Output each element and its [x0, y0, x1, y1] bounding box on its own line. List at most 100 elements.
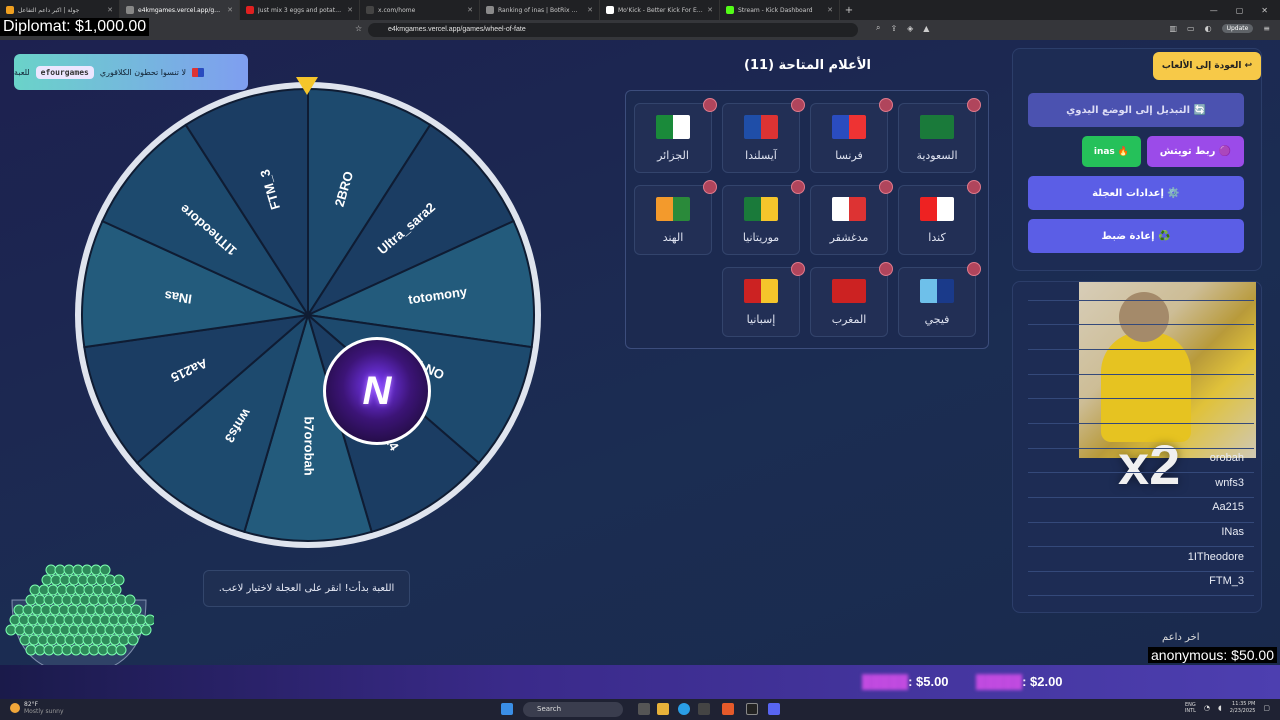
browser-tab[interactable]: Mo'Kick - Better Kick For Everyone - ✕ [600, 0, 720, 20]
wheel-settings-button[interactable]: ⚙️ إعدادات العجلة [1028, 176, 1244, 210]
logo-letter: N [362, 368, 392, 413]
weather-widget[interactable]: 82°F Mostly sunny [10, 701, 64, 715]
menu-icon[interactable]: ≡ [1263, 24, 1270, 33]
new-tab-icon[interactable]: + [840, 5, 858, 16]
flag-card[interactable]: السعودية [898, 98, 981, 173]
twitch-user-badge[interactable]: 🔥 inas [1082, 136, 1141, 167]
discord-icon[interactable] [768, 703, 780, 715]
rewards-icon[interactable]: ▲ [923, 24, 929, 33]
remove-flag-icon[interactable] [703, 180, 717, 194]
list-divider [1028, 546, 1254, 547]
madagascar-flag-icon [832, 196, 866, 221]
browser-tab[interactable]: Ranking of inas | BotRix — Cloud Str ✕ [480, 0, 600, 20]
flag-card[interactable]: كندا [898, 180, 981, 255]
remove-flag-icon[interactable] [879, 262, 893, 276]
browser-tab[interactable]: جولة | اكبر داعم التفاعل ✕ [0, 0, 120, 20]
flag-card[interactable]: الهند [634, 180, 717, 255]
manual-mode-button[interactable]: 🔄 التبديل إلى الوضع اليدوي [1028, 93, 1244, 127]
remove-flag-icon[interactable] [967, 180, 981, 194]
wheel[interactable]: 2BROUltra_sara2totomony5LNOomtoto14b7oro… [70, 77, 546, 553]
remove-flag-icon[interactable] [967, 98, 981, 112]
wheel-center-logo[interactable]: N [323, 337, 431, 445]
maximize-icon[interactable]: ▢ [1236, 6, 1244, 15]
wheel-segment-label: b7orobah [302, 416, 317, 475]
tab-close-icon[interactable]: ✕ [707, 6, 713, 14]
flag-name: موريتانيا [742, 230, 780, 244]
flag-card[interactable]: فرنسا [810, 98, 893, 173]
minimize-icon[interactable]: — [1210, 6, 1218, 15]
player-list-item: Aa215 [1212, 501, 1244, 513]
remove-flag-icon[interactable] [791, 98, 805, 112]
start-icon[interactable] [501, 703, 513, 715]
twitch-link-button[interactable]: 🟣 ربط تويتش [1147, 136, 1244, 167]
bookmark-icon[interactable]: ☆ [355, 24, 362, 33]
brave-shield-icon[interactable]: ◈ [907, 24, 913, 33]
tab-close-icon[interactable]: ✕ [467, 6, 473, 14]
remove-flag-icon[interactable] [791, 180, 805, 194]
weather-temp: 82°F [24, 701, 39, 708]
close-window-icon[interactable]: ✕ [1261, 6, 1268, 15]
flag-card[interactable]: إسبانيا [722, 262, 805, 337]
sidebar-icon[interactable]: ▥ [1169, 24, 1177, 33]
url-field[interactable]: e4kmgames.vercel.app/games/wheel-of-fate [368, 23, 858, 37]
file-explorer-icon[interactable] [657, 703, 669, 715]
lang-layout[interactable]: INTL [1185, 708, 1196, 714]
store-icon[interactable] [698, 703, 710, 715]
clock[interactable]: 11:35 PM 2/23/2025 [1230, 701, 1256, 715]
notification-icon[interactable]: ▢ [1263, 704, 1270, 712]
reset-button[interactable]: ♻️ إعادة ضبط [1028, 219, 1244, 253]
wheel-svg[interactable]: 2BROUltra_sara2totomony5LNOomtoto14b7oro… [70, 77, 546, 553]
kick-orb [110, 584, 122, 596]
tab-close-icon[interactable]: ✕ [347, 6, 353, 14]
gif-multiplier-text: x2 [1118, 433, 1181, 496]
tab-label: جولة | اكبر داعم التفاعل [18, 6, 80, 14]
task-view-icon[interactable] [638, 703, 650, 715]
share-icon[interactable]: ⇪ [890, 24, 897, 33]
remove-flag-icon[interactable] [791, 262, 805, 276]
browser-tab[interactable]: e4kmgames.vercel.app/games/w ✕ [120, 0, 240, 20]
flag-card[interactable]: فيجي [898, 262, 981, 337]
brave-icon[interactable] [722, 703, 734, 715]
volume-icon[interactable]: ◖ [1218, 704, 1222, 712]
remove-flag-icon[interactable] [703, 98, 717, 112]
tab-label: Mo'Kick - Better Kick For Everyone - [618, 6, 703, 14]
flag-name: الهند [662, 230, 684, 244]
tab-favicon-icon [366, 6, 374, 14]
browser-tab[interactable]: x.com/home ✕ [360, 0, 480, 20]
profile-icon[interactable]: ◐ [1205, 24, 1212, 33]
tab-close-icon[interactable]: ✕ [107, 6, 113, 14]
india-flag-icon [656, 196, 690, 221]
tab-label: Just mix 3 eggs and potatoes! This d [258, 6, 343, 14]
remove-flag-icon[interactable] [879, 98, 893, 112]
obs-icon[interactable] [746, 703, 758, 715]
taskbar-search[interactable]: Search [523, 702, 623, 717]
tab-close-icon[interactable]: ✕ [587, 6, 593, 14]
tab-favicon-icon [606, 6, 614, 14]
list-divider [1028, 472, 1254, 473]
flag-card[interactable]: الجزائر [634, 98, 717, 173]
browser-tab[interactable]: Just mix 3 eggs and potatoes! This d ✕ [240, 0, 360, 20]
remove-flag-icon[interactable] [879, 180, 893, 194]
last-donor: anonymous: $50.00 [1148, 647, 1277, 663]
edge-icon[interactable] [678, 703, 690, 715]
zoom-icon[interactable]: ⌕ [876, 23, 880, 33]
flag-card[interactable]: آيسلندا [722, 98, 805, 173]
tab-favicon-icon [246, 6, 254, 14]
flag-card[interactable]: مدغشقر [810, 180, 893, 255]
wheel-of-fate-page: لا تنسوا تحطون الكلاقوري efourgames للعب… [0, 40, 1280, 665]
flag-name: السعودية [916, 148, 958, 162]
player-list-item: INas [1221, 526, 1244, 538]
flag-card[interactable]: المغرب [810, 262, 893, 337]
update-button[interactable]: Update [1221, 23, 1254, 33]
kick-orb [144, 614, 154, 626]
wifi-icon[interactable]: ◔ [1204, 704, 1210, 712]
fiji-flag-icon [920, 278, 954, 303]
tab-close-icon[interactable]: ✕ [227, 6, 233, 14]
back-to-games-button[interactable]: ↩ العودة إلى الألعاب [1153, 52, 1261, 80]
wallet-icon[interactable]: ▭ [1187, 24, 1195, 33]
flag-card[interactable]: موريتانيا [722, 180, 805, 255]
list-divider [1028, 349, 1254, 350]
remove-flag-icon[interactable] [967, 262, 981, 276]
browser-tab[interactable]: Stream - Kick Dashboard ✕ [720, 0, 840, 20]
tab-close-icon[interactable]: ✕ [827, 6, 833, 14]
